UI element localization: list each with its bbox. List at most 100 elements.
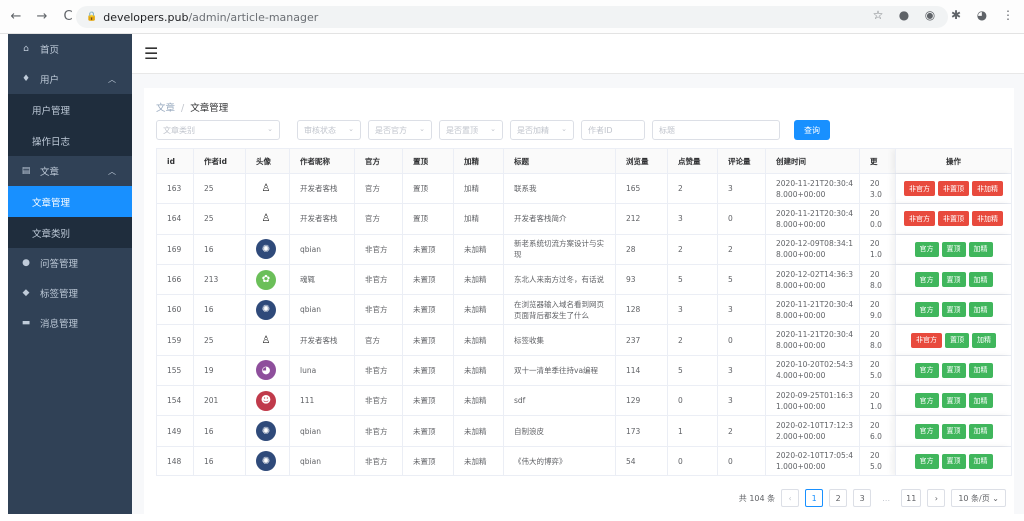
prev-page-button[interactable]: ‹	[781, 489, 800, 507]
avatar: ♙	[256, 178, 276, 199]
sidebar-item-home[interactable]: ⌂ 首页	[8, 34, 132, 64]
toggle-official-button[interactable]: 官方	[914, 393, 939, 409]
page-2-button[interactable]: 2	[829, 489, 848, 507]
profile-icon[interactable]: ◕	[974, 8, 990, 22]
toggle-featured-button[interactable]: 加精	[968, 241, 993, 257]
cell-updated-at: 20 8.0	[860, 264, 900, 295]
official-select[interactable]: 是否官方 ⌄	[368, 120, 432, 140]
address-bar[interactable]: 🔒 developers.pub/admin/article-manager	[76, 6, 948, 28]
cell-likes: 5	[668, 355, 718, 386]
top-select[interactable]: 是否置顶 ⌄	[439, 120, 503, 140]
breadcrumb-root[interactable]: 文章	[156, 103, 175, 114]
header-comments[interactable]: 评论量	[718, 149, 766, 173]
cell-avatar: ✺	[246, 295, 290, 325]
page-11-button[interactable]: 11	[901, 489, 922, 507]
header-created-at[interactable]: 创建时间	[766, 149, 860, 173]
toggle-official-button[interactable]: 官方	[914, 272, 939, 288]
toggle-top-button[interactable]: 置顶	[941, 393, 966, 409]
toggle-official-button[interactable]: 官方	[914, 302, 939, 318]
page-size-select[interactable]: 10 条/页 ⌄	[951, 489, 1006, 507]
toggle-official-button[interactable]: 官方	[914, 362, 939, 378]
toggle-top-button[interactable]: 置顶	[941, 362, 966, 378]
title-input[interactable]: 标题	[652, 120, 780, 140]
toggle-top-button[interactable]: 非置顶	[938, 181, 969, 197]
reload-icon[interactable]: C	[58, 7, 78, 27]
toggle-featured-button[interactable]: 加精	[968, 362, 993, 378]
header-updated-at[interactable]: 更	[860, 149, 900, 173]
page-3-button[interactable]: 3	[853, 489, 872, 507]
page-1-button[interactable]: 1	[805, 489, 824, 507]
toggle-featured-button[interactable]: 非加精	[972, 181, 1003, 197]
updated-at-line2: 9.0	[870, 310, 882, 320]
cell-author-id: 16	[194, 416, 246, 446]
toggle-top-button[interactable]: 置顶	[941, 423, 966, 439]
toggle-featured-button[interactable]: 加精	[968, 302, 993, 318]
sidebar-item-label: 操作日志	[32, 136, 71, 148]
forward-icon[interactable]: →	[32, 7, 52, 27]
toggle-featured-button[interactable]: 加精	[968, 272, 993, 288]
extension-o-icon[interactable]: ●	[896, 8, 912, 22]
cell-views: 114	[616, 355, 668, 386]
featured-placeholder: 是否加精	[517, 125, 549, 135]
sidebar-item-user[interactable]: ♦ 用户 ︿	[8, 64, 132, 94]
toggle-featured-button[interactable]: 加精	[972, 332, 996, 348]
toggle-top-button[interactable]: 置顶	[945, 332, 969, 348]
toggle-top-button[interactable]: 置顶	[941, 272, 966, 288]
next-page-button[interactable]: ›	[927, 489, 946, 507]
row-actions: 非官方 非置顶 非加精	[895, 174, 1011, 204]
sidebar-item-article[interactable]: ▤ 文章 ︿	[8, 156, 132, 186]
query-button[interactable]: 查询	[794, 120, 830, 140]
toggle-official-button[interactable]: 非官方	[904, 211, 935, 227]
star-icon[interactable]: ☆	[870, 8, 886, 22]
cell-nickname: 111	[290, 386, 355, 416]
toggle-top-button[interactable]: 置顶	[941, 453, 966, 469]
header-views[interactable]: 浏览量	[616, 149, 668, 173]
header-likes[interactable]: 点赞量	[668, 149, 718, 173]
toggle-official-button[interactable]: 官方	[914, 453, 939, 469]
row-actions: 官方 置顶 加精	[895, 234, 1011, 264]
sidebar-item-operation-log[interactable]: 操作日志	[8, 125, 132, 156]
toggle-featured-button[interactable]: 加精	[968, 423, 993, 439]
header-id[interactable]: id	[157, 149, 194, 173]
toggle-featured-button[interactable]: 加精	[968, 393, 993, 409]
article-table: id 作者id 头像 作者昵称 官方 置顶 加精 标题 浏览量 点赞量 评论量 …	[156, 148, 1012, 476]
toggle-top-button[interactable]: 非置顶	[938, 211, 969, 227]
featured-select[interactable]: 是否加精 ⌄	[510, 120, 574, 140]
toggle-official-button[interactable]: 官方	[914, 423, 939, 439]
category-select[interactable]: 文章类别 ⌄	[156, 120, 280, 140]
cell-comments: 3	[718, 355, 766, 386]
updated-at-line2: 5.0	[870, 371, 882, 381]
cell-top: 未置顶	[403, 446, 454, 475]
table-row: 159 25 ♙ 开发者客栈 官方 未置顶 未加精 标签收集 237 2 0 2020-11-21T2…	[157, 325, 1011, 356]
back-icon[interactable]: ←	[6, 7, 26, 27]
sidebar-item-article-category[interactable]: 文章类别	[8, 217, 132, 248]
toggle-featured-button[interactable]: 非加精	[972, 211, 1003, 227]
author-id-input[interactable]: 作者ID	[581, 120, 645, 140]
url-path: /admin/article-manager	[188, 10, 319, 24]
hamburger-menu-icon[interactable]: ☰	[144, 45, 158, 62]
menu-dots-icon[interactable]: ⋮	[1000, 8, 1016, 22]
toggle-featured-button[interactable]: 加精	[968, 453, 993, 469]
puzzle-icon[interactable]: ✱	[948, 8, 964, 22]
cell-nickname: qbian	[290, 295, 355, 325]
updated-at-line2: 8.0	[870, 280, 882, 290]
cell-created-at: 2020-11-21T20:30:4 8.000+00:00	[766, 295, 860, 325]
toggle-official-button[interactable]: 非官方	[904, 181, 935, 197]
toggle-official-button[interactable]: 非官方	[911, 332, 942, 348]
review-select[interactable]: 审核状态 ⌄	[297, 120, 361, 140]
sidebar-item-article-manage[interactable]: 文章管理	[8, 186, 132, 217]
chevron-down-icon: ⌄	[490, 125, 496, 133]
sidebar-item-messages[interactable]: ▬ 消息管理	[8, 308, 132, 338]
toggle-official-button[interactable]: 官方	[914, 241, 939, 257]
sidebar-item-tags[interactable]: ◆ 标签管理	[8, 278, 132, 308]
extension-q-icon[interactable]: ◉	[922, 8, 938, 22]
sidebar-item-qa[interactable]: ● 问答管理	[8, 248, 132, 278]
toggle-top-button[interactable]: 置顶	[941, 302, 966, 318]
toggle-top-button[interactable]: 置顶	[941, 241, 966, 257]
cell-avatar: ♙	[246, 325, 290, 355]
avatar: ✿	[256, 269, 276, 290]
header-author-id[interactable]: 作者id	[194, 149, 246, 173]
more-pages-icon[interactable]: …	[877, 489, 896, 507]
cell-comments: 0	[718, 446, 766, 475]
sidebar-item-user-manage[interactable]: 用户管理	[8, 94, 132, 125]
